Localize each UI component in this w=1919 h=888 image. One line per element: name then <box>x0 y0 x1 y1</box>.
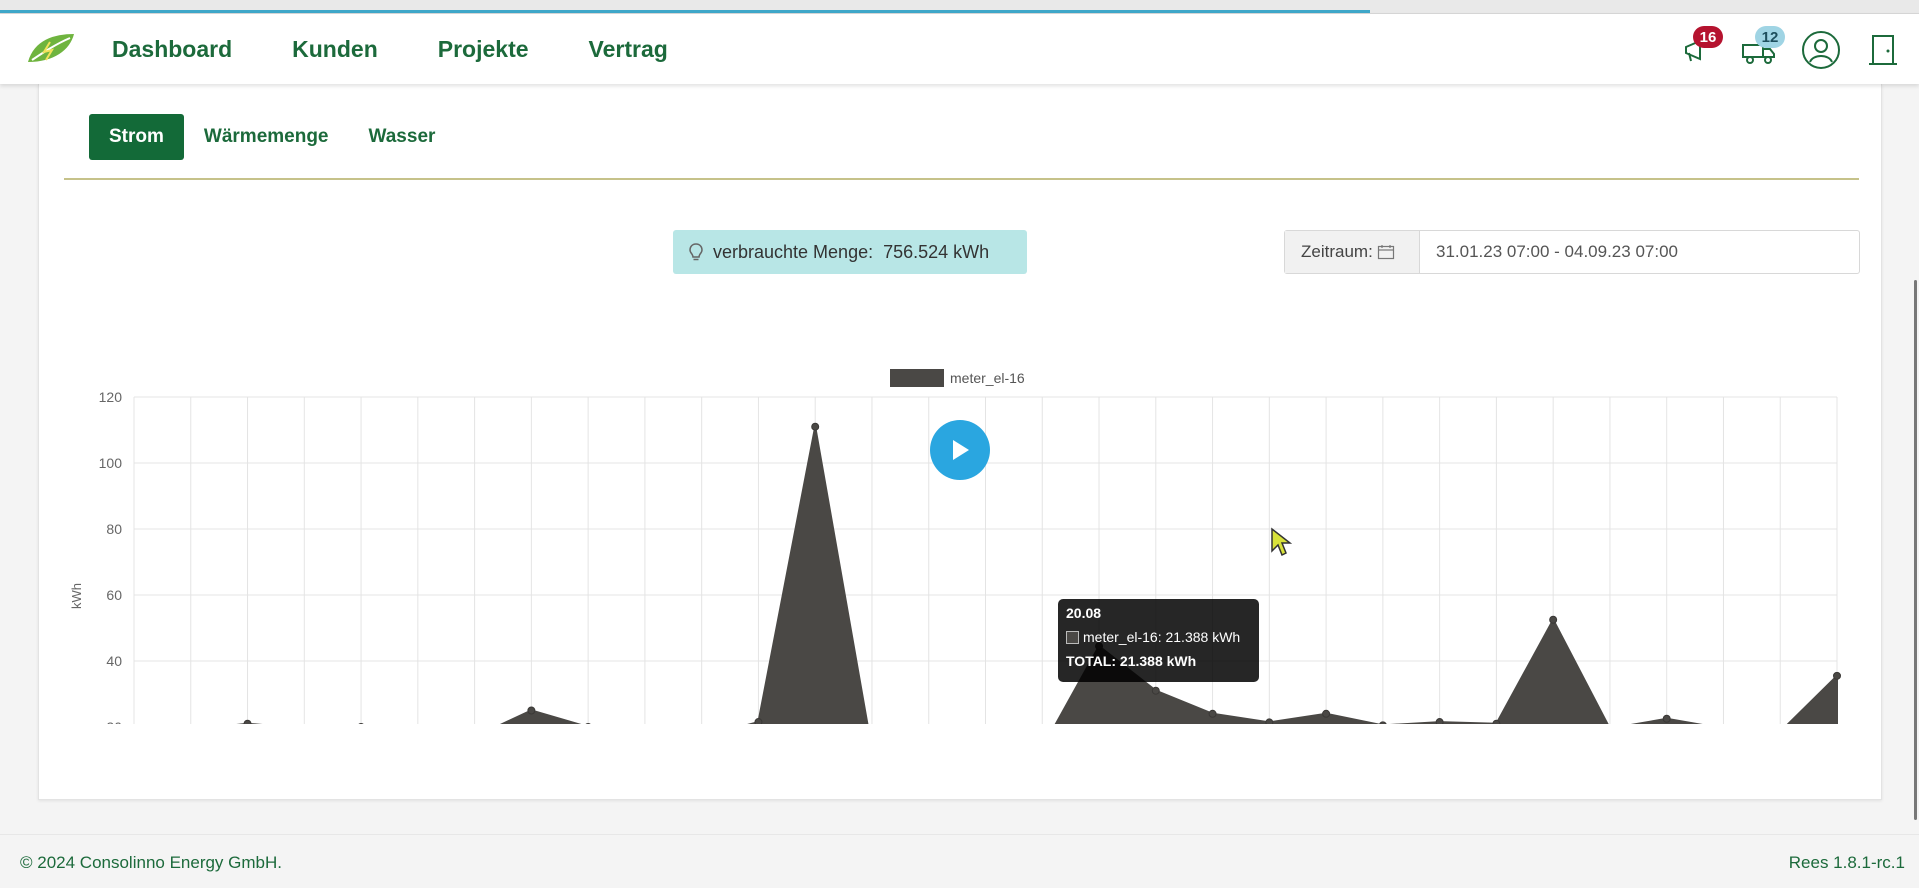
mouse-cursor-icon <box>1271 527 1292 557</box>
data-point <box>1435 718 1444 724</box>
data-point <box>1379 721 1387 724</box>
tooltip-row-text: meter_el-16: 21.388 kWh <box>1083 629 1241 645</box>
browser-top-strip <box>0 0 1919 14</box>
play-icon <box>953 440 969 460</box>
user-profile-button[interactable] <box>1799 28 1843 72</box>
date-range-label: Zeitraum: <box>1301 242 1373 261</box>
legend-swatch <box>890 369 944 387</box>
tooltip-total: TOTAL: 21.388 kWh <box>1066 653 1197 669</box>
data-point <box>243 719 252 724</box>
tab-waermemenge[interactable]: Wärmemenge <box>184 114 349 160</box>
data-point <box>1833 671 1841 680</box>
footer-version: Rees 1.8.1-rc.1 <box>1788 853 1905 872</box>
y-tick-label: 20 <box>106 719 122 724</box>
y-tick-label: 80 <box>106 521 122 537</box>
lightbulb-icon <box>689 243 703 261</box>
data-point <box>1265 718 1274 724</box>
consumption-value: 756.524 kWh <box>883 241 990 262</box>
data-point <box>585 723 591 724</box>
messages-badge: 12 <box>1755 26 1785 48</box>
consolinno-logo-icon[interactable] <box>24 32 78 66</box>
nav-link-kunden[interactable]: Kunden <box>292 36 378 63</box>
y-axis-label: kWh <box>69 583 84 609</box>
data-point <box>527 706 536 715</box>
data-point <box>1549 615 1558 624</box>
tooltip-series-swatch <box>1066 630 1079 644</box>
data-point <box>1208 709 1217 718</box>
y-tick-label: 100 <box>99 455 123 471</box>
messages-button[interactable]: 12 <box>1737 26 1785 72</box>
data-point <box>358 723 364 724</box>
legend-label: meter_el-16 <box>950 370 1025 386</box>
footer-copyright: © 2024 Consolinno Energy GmbH. <box>20 853 282 872</box>
consumption-summary: verbrauchte Menge: 756.524 kWh <box>673 230 1027 274</box>
logout-button[interactable] <box>1861 28 1905 72</box>
tooltip-row: meter_el-16: 21.388 kWh <box>1066 629 1251 645</box>
date-range-picker[interactable]: Zeitraum: 31.01.23 07:00 - 04.09.23 07:0… <box>1284 230 1860 274</box>
data-point <box>1322 709 1331 718</box>
notifications-button[interactable]: 16 <box>1675 26 1723 72</box>
data-point <box>754 718 763 724</box>
door-exit-icon <box>1869 35 1897 65</box>
data-point <box>1662 714 1671 723</box>
nav-link-projekte[interactable]: Projekte <box>438 36 529 63</box>
consumption-area-chart[interactable]: 02040608010012031.0801.0902.0903.0904.09… <box>39 284 1883 724</box>
data-point <box>811 422 820 431</box>
medium-tabs: Strom Wärmemenge Wasser <box>89 114 455 160</box>
nav-link-vertrag[interactable]: Vertrag <box>589 36 668 63</box>
tabs-divider <box>64 178 1859 180</box>
user-icon <box>1802 31 1840 69</box>
calendar-icon <box>1377 245 1394 260</box>
page-footer: © 2024 Consolinno Energy GmbH. Rees 1.8.… <box>0 834 1919 888</box>
date-range-input[interactable]: 31.01.23 07:00 - 04.09.23 07:00 <box>1420 231 1859 273</box>
tooltip-title: 20.08 <box>1066 605 1102 621</box>
data-point <box>1492 719 1501 724</box>
data-point <box>1151 686 1160 695</box>
nav-link-dashboard[interactable]: Dashboard <box>112 36 232 63</box>
date-range-label-box: Zeitraum: <box>1285 231 1420 273</box>
consumption-label: verbrauchte Menge: <box>713 241 874 262</box>
notifications-badge: 16 <box>1693 26 1723 48</box>
y-tick-label: 40 <box>106 653 122 669</box>
play-video-button[interactable] <box>930 420 990 480</box>
y-tick-label: 60 <box>106 587 122 603</box>
top-navbar: Dashboard Kunden Projekte Vertrag 16 12 <box>0 14 1919 84</box>
y-tick-label: 120 <box>99 389 123 405</box>
loading-progress-bar <box>0 10 1370 13</box>
tab-wasser[interactable]: Wasser <box>349 114 456 160</box>
tab-strom[interactable]: Strom <box>89 114 184 160</box>
chart-tooltip: 20.08 meter_el-16: 21.388 kWh TOTAL: 21.… <box>1058 599 1259 682</box>
page-scrollbar[interactable] <box>1914 280 1917 820</box>
